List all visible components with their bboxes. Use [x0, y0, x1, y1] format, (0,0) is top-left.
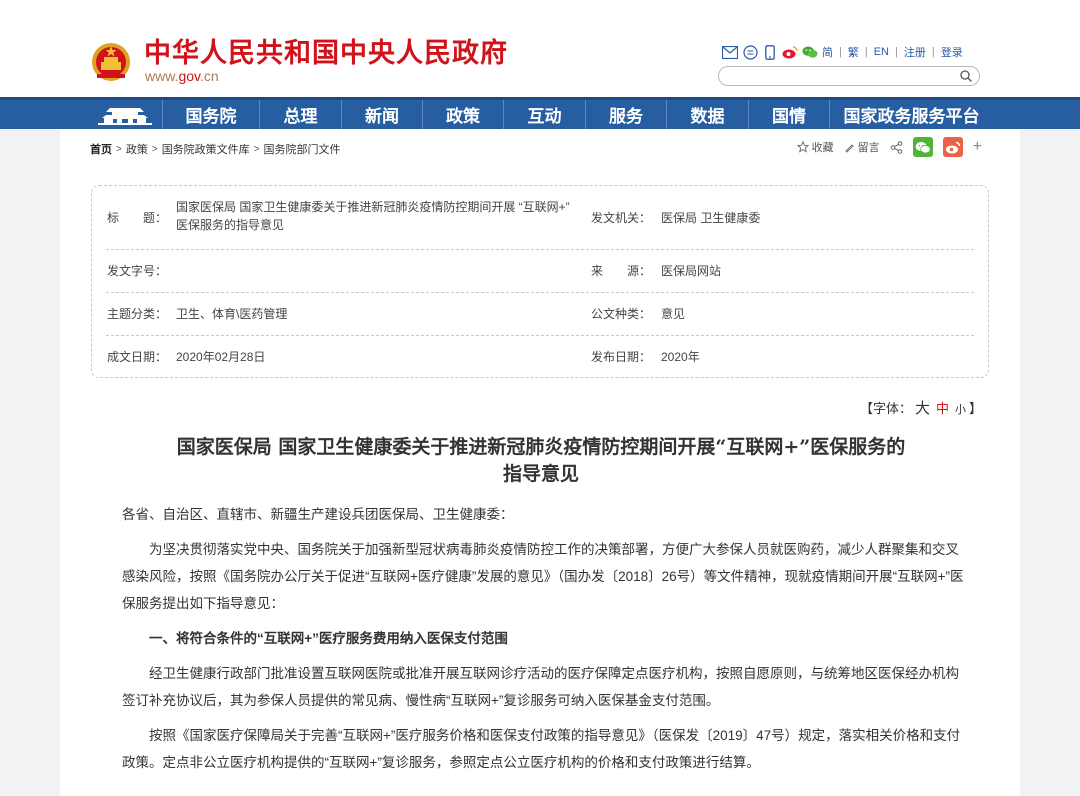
tiananmen-icon	[98, 107, 152, 125]
nav-item-premier[interactable]: 总理	[259, 100, 341, 129]
lang-traditional-link[interactable]: 繁	[848, 44, 859, 60]
published-date-value: 2020年	[661, 350, 700, 364]
title-label: 标 题：	[107, 211, 168, 225]
nav-item-policy[interactable]: 政策	[422, 100, 503, 129]
info-row-topic: 主题分类： 卫生、体育\医药管理 公文种类： 意见	[106, 293, 974, 336]
breadcrumb-home[interactable]: 首页	[90, 141, 112, 157]
paragraph: 为坚决贯彻落实党中央、国务院关于加强新型冠状病毒肺炎疫情防控工作的决策部署，方便…	[122, 542, 964, 611]
section-heading: 一、将符合条件的“互联网+”医疗服务费用纳入医保支付范围	[149, 631, 508, 646]
published-date-label: 发布日期：	[591, 350, 652, 364]
written-date-value: 2020年02月28日	[176, 350, 266, 364]
comment-label: 留言	[857, 142, 880, 154]
topic-label: 主题分类：	[107, 307, 168, 321]
document-body: 各省、自治区、直辖市、新疆生产建设兵团医保局、卫生健康委： 为坚决贯彻落实党中央…	[122, 501, 967, 784]
paragraph: 按照《国家医疗保障局关于完善“互联网+”医疗服务价格和医保支付政策的指导意见》（…	[122, 728, 961, 770]
issuer-label: 发文机关：	[591, 211, 652, 225]
separator: |	[839, 46, 842, 58]
search-input[interactable]	[729, 70, 959, 88]
message-icon[interactable]	[742, 44, 758, 60]
topic-value: 卫生、体育\医药管理	[176, 307, 288, 321]
separator: |	[864, 46, 868, 58]
nav-item-data[interactable]: 数据	[666, 100, 748, 129]
top-links: 简 | 繁 | EN | 注册 | 登录	[722, 43, 963, 61]
share-button[interactable]	[890, 140, 903, 154]
source-value: 医保局网站	[661, 264, 722, 278]
wechat-icon	[915, 141, 931, 153]
share-weibo-button[interactable]	[942, 137, 963, 157]
breadcrumb-dept-docs[interactable]: 国务院部门文件	[264, 141, 341, 157]
document-title-line1: 国家医保局 国家卫生健康委关于推进新冠肺炎疫情防控期间开展“互联网+”医保服务的	[176, 436, 906, 458]
domain-highlight: gov	[178, 68, 200, 84]
wechat-icon[interactable]	[802, 44, 818, 60]
doctype-label: 公文种类：	[591, 307, 652, 321]
document-title: 国家医保局 国家卫生健康委关于推进新冠肺炎疫情防控期间开展“互联网+”医保服务的…	[120, 434, 962, 488]
domain-suffix: .cn	[200, 68, 219, 84]
share-icon	[890, 140, 902, 154]
docno-label: 发文字号：	[107, 264, 168, 278]
nav-item-news[interactable]: 新闻	[341, 100, 422, 129]
register-link[interactable]: 注册	[904, 44, 926, 60]
nav-item-gov-service-platform[interactable]: 国家政务服务平台	[829, 100, 993, 129]
nav-item-national-info[interactable]: 国情	[748, 100, 829, 129]
national-emblem-icon[interactable]	[91, 40, 131, 84]
content-panel: 首页 > 政策 > 国务院政策文件库 > 国务院部门文件 收藏 留言 + 标 题…	[60, 129, 1020, 796]
nav-home[interactable]	[88, 100, 162, 129]
site-domain: www.gov.cn	[145, 68, 219, 84]
more-share-icon[interactable]: +	[973, 139, 982, 155]
font-size-small[interactable]: 小	[955, 401, 966, 417]
nav-item-interaction[interactable]: 互动	[503, 100, 585, 129]
document-title-line2: 指导意见	[502, 463, 579, 485]
page-tools: 收藏 留言 +	[796, 137, 982, 157]
favorite-button[interactable]: 收藏	[796, 139, 834, 155]
search-icon[interactable]	[959, 69, 973, 83]
source-label: 来 源：	[591, 264, 652, 278]
site-header: 中华人民共和国中央人民政府 www.gov.cn 简 | 繁 | EN | 注册…	[0, 0, 1080, 97]
font-size-large[interactable]: 大	[915, 397, 930, 418]
lang-simplified-link[interactable]: 简	[822, 44, 833, 60]
comment-button[interactable]: 留言	[844, 139, 880, 155]
mail-icon[interactable]	[722, 44, 738, 60]
nav-items: 国务院 总理 新闻 政策 互动 服务 数据 国情 国家政务服务平台	[162, 100, 993, 129]
chevron-right-icon: >	[151, 143, 158, 155]
search-box	[718, 66, 980, 88]
doctype-value: 意见	[661, 307, 686, 321]
document-info-table: 标 题： 国家医保局 国家卫生健康委关于推进新冠肺炎疫情防控期间开展 “互联网+…	[91, 185, 989, 378]
favorite-label: 收藏	[811, 142, 834, 154]
info-row-title: 标 题： 国家医保局 国家卫生健康委关于推进新冠肺炎疫情防控期间开展 “互联网+…	[106, 186, 974, 250]
separator: |	[931, 46, 935, 58]
star-icon	[796, 141, 809, 153]
chevron-right-icon: >	[116, 143, 122, 155]
info-row-dates: 成文日期： 2020年02月28日 发布日期： 2020年	[106, 336, 974, 378]
font-size-switcher: 【字体： 大 中 小 】	[860, 397, 982, 418]
title-value: 国家医保局 国家卫生健康委关于推进新冠肺炎疫情防控期间开展 “互联网+” 医保服…	[176, 200, 570, 232]
lang-english-link[interactable]: EN	[874, 46, 889, 58]
login-link[interactable]: 登录	[941, 44, 963, 60]
written-date-label: 成文日期：	[107, 350, 168, 364]
info-row-docno: 发文字号： 来 源： 医保局网站	[106, 250, 974, 293]
paragraph: 经卫生健康行政部门批准设置互联网医院或批准开展互联网诊疗活动的医疗保障定点医疗机…	[122, 666, 959, 708]
mobile-icon[interactable]	[762, 44, 778, 60]
breadcrumb-policy-library[interactable]: 国务院政策文件库	[162, 141, 250, 157]
nav-item-state-council[interactable]: 国务院	[162, 100, 259, 129]
breadcrumb-policy[interactable]: 政策	[126, 141, 148, 157]
domain-prefix: www.	[145, 68, 179, 84]
breadcrumb: 首页 > 政策 > 国务院政策文件库 > 国务院部门文件	[90, 141, 341, 157]
weibo-icon[interactable]	[782, 44, 798, 60]
issuer-value: 医保局 卫生健康委	[661, 211, 761, 225]
share-wechat-button[interactable]	[912, 137, 933, 157]
pencil-icon	[845, 143, 854, 153]
nav-item-services[interactable]: 服务	[585, 100, 666, 129]
salutation: 各省、自治区、直辖市、新疆生产建设兵团医保局、卫生健康委：	[122, 507, 514, 522]
weibo-icon	[945, 141, 960, 153]
separator: |	[895, 46, 898, 58]
font-size-close: 】	[968, 401, 982, 416]
chevron-right-icon: >	[253, 143, 260, 155]
font-size-medium[interactable]: 中	[936, 398, 949, 417]
font-size-open: 【字体：	[859, 401, 912, 416]
main-nav: 国务院 总理 新闻 政策 互动 服务 数据 国情 国家政务服务平台	[0, 97, 1080, 129]
site-title[interactable]: 中华人民共和国中央人民政府	[144, 38, 508, 70]
